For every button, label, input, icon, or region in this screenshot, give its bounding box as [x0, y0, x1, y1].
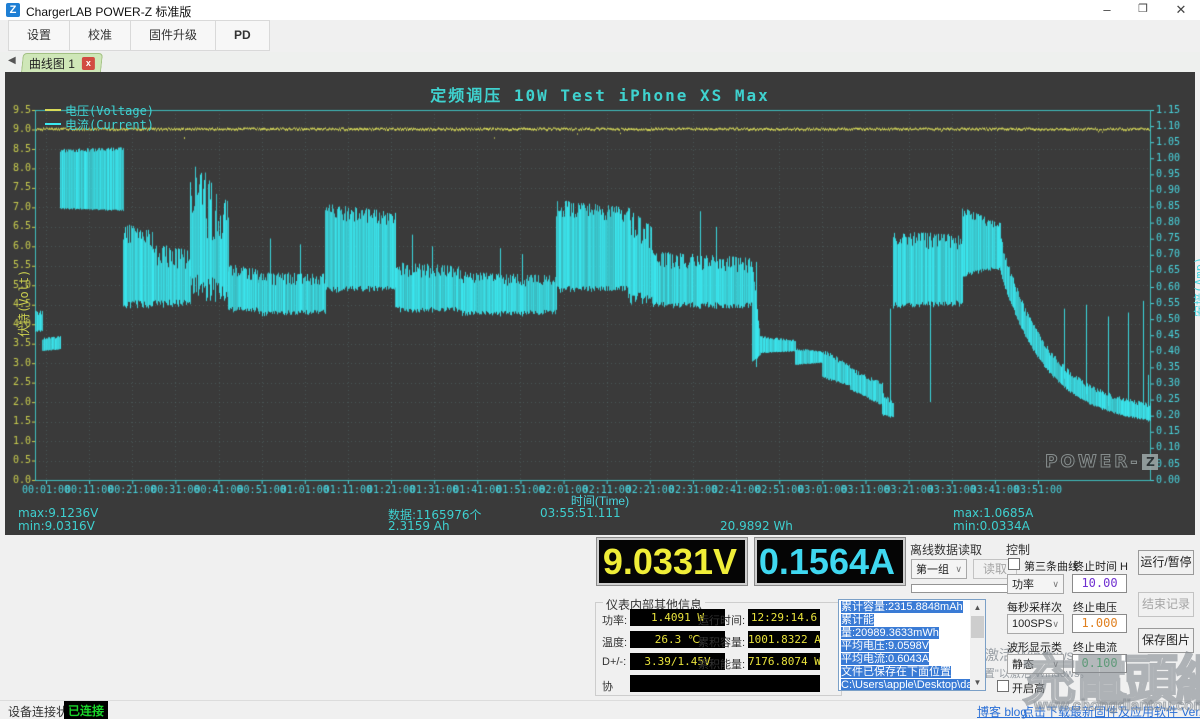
- title-bar: Z ChargerLAB POWER-Z 标准版 – ❐ ✕: [0, 0, 1200, 20]
- offline-group-value: 第一组: [916, 561, 949, 577]
- power-curve-select[interactable]: 功率 ∨: [1007, 574, 1064, 594]
- connection-label: 设备连接状: [8, 703, 68, 719]
- stop-current-label: 终止电流: [1073, 639, 1117, 655]
- protocol-value: [630, 675, 820, 692]
- tab-curve-chart[interactable]: 曲线图 1 x: [21, 53, 103, 72]
- stat-capacity: 2.3159 Ah: [388, 519, 450, 533]
- connection-status-badge: 已连接: [64, 701, 108, 719]
- log-lines: 累计容量:2315.8848mAh 累计能量:20989.3633mWh 平均电…: [841, 601, 969, 691]
- close-button[interactable]: ✕: [1166, 1, 1196, 19]
- offline-group-select[interactable]: 第一组 ∨: [911, 559, 967, 579]
- tab-close-icon[interactable]: x: [82, 57, 95, 70]
- chart-panel: 定频调压 10W Test iPhone XS Max 电压(Voltage) …: [5, 72, 1195, 535]
- current-legend-label: 电流(Current): [65, 116, 154, 133]
- powerz-watermark-text: POWER-: [1045, 452, 1140, 472]
- chevron-down-icon: ∨: [1052, 619, 1059, 630]
- powerz-z-logo-icon: Z: [1142, 454, 1158, 470]
- stat-current-min: min:0.0334A: [953, 519, 1030, 533]
- stop-time-label: 终止时间 H: [1073, 558, 1128, 574]
- tab-strip: ◀ 曲线图 1 x: [0, 52, 1200, 72]
- acc-capacity-label: 累积容量:: [698, 634, 745, 650]
- stat-energy: 20.9892 Wh: [720, 519, 793, 533]
- chevron-down-icon: ∨: [1052, 659, 1059, 670]
- voltage-display: 9.0331V: [597, 538, 747, 585]
- download-link[interactable]: 点击下载最新固件及应用软件 Ver. 5.0.7: [1022, 703, 1200, 719]
- blog-link[interactable]: 博客 blog: [977, 703, 1027, 719]
- voltage-legend-mark: [45, 109, 61, 111]
- third-curve-checkbox[interactable]: [1008, 558, 1020, 570]
- stop-record-button[interactable]: 结束记录: [1138, 592, 1194, 617]
- stop-time-input[interactable]: 10.00: [1072, 574, 1127, 593]
- scroll-up-icon[interactable]: ▲: [970, 600, 985, 615]
- sps-select[interactable]: 100SPS ∨: [1007, 614, 1064, 634]
- run-pause-button[interactable]: 运行/暂停: [1138, 550, 1194, 575]
- current-display: 0.1564A: [755, 538, 905, 585]
- toolbar-calibration-button[interactable]: 校准: [70, 21, 131, 50]
- chart-legend: 电压(Voltage) 电流(Current): [45, 103, 154, 131]
- stop-voltage-label: 终止电压: [1073, 599, 1117, 615]
- sps-label: 每秒采样次: [1007, 599, 1062, 615]
- control-title: 控制: [1006, 541, 1030, 558]
- acc-capacity-value: 1001.8322 Ah: [748, 631, 820, 648]
- read-progress-bar: [911, 584, 1017, 593]
- toolbar-pd-button[interactable]: PD: [216, 21, 269, 50]
- scroll-thumb[interactable]: [971, 616, 984, 638]
- dplus-label: D+/-:: [602, 656, 626, 668]
- chart-title: 定频调压 10W Test iPhone XS Max: [5, 82, 1195, 106]
- enable-checkbox[interactable]: [997, 680, 1009, 692]
- stat-voltage-min: min:9.0316V: [18, 519, 95, 533]
- log-scrollbar[interactable]: ▲ ▼: [970, 600, 985, 690]
- toolbar-firmware-button[interactable]: 固件升级: [131, 21, 216, 50]
- wave-display-select[interactable]: 静态 ∨: [1007, 654, 1064, 674]
- chevron-down-icon: ∨: [955, 564, 962, 575]
- app-window: Z ChargerLAB POWER-Z 标准版 – ❐ ✕ 设置 校准 固件升…: [0, 0, 1200, 719]
- powerz-watermark: POWER- Z: [1045, 452, 1158, 472]
- app-logo-icon: Z: [6, 3, 20, 17]
- current-legend-mark: [45, 123, 61, 125]
- acc-energy-value: 7176.8074 Wh: [748, 653, 820, 670]
- y-axis-left-label: 伏特(Volt): [15, 270, 32, 337]
- save-image-button[interactable]: 保存图片: [1138, 628, 1194, 653]
- runtime-value: 12:29:14.6: [748, 609, 820, 626]
- stop-current-input[interactable]: 0.100: [1072, 654, 1127, 673]
- stat-current-max: max:1.0685A: [953, 506, 1033, 520]
- wave-display-label: 波形显示类: [1007, 639, 1062, 655]
- toolbar-settings-button[interactable]: 设置: [9, 21, 70, 50]
- y-axis-right-label: 安培(Amp): [1191, 257, 1200, 317]
- power-label: 功率:: [602, 612, 627, 628]
- tab-back-arrow-icon[interactable]: ◀: [8, 55, 16, 66]
- toolbar: 设置 校准 固件升级 PD: [8, 20, 270, 51]
- enable-label: 开启高: [1012, 680, 1045, 696]
- protocol-label: 协: [602, 678, 613, 694]
- window-title: ChargerLAB POWER-Z 标准版: [26, 3, 191, 20]
- acc-energy-label: 累积能量:: [698, 656, 745, 672]
- runtime-label: 运行时间:: [698, 612, 745, 628]
- stat-voltage-max: max:9.1236V: [18, 506, 98, 520]
- log-textarea[interactable]: 累计容量:2315.8848mAh 累计能量:20989.3633mWh 平均电…: [838, 599, 986, 691]
- stop-voltage-input[interactable]: 1.000: [1072, 614, 1127, 633]
- maximize-button[interactable]: ❐: [1128, 1, 1158, 19]
- stat-duration: 03:55:51.111: [540, 506, 621, 520]
- chevron-down-icon: ∨: [1052, 579, 1059, 590]
- temperature-label: 温度:: [602, 634, 627, 650]
- minimize-button[interactable]: –: [1092, 1, 1122, 19]
- waveform-canvas: [5, 72, 1195, 535]
- tab-label: 曲线图 1: [29, 55, 75, 72]
- scroll-down-icon[interactable]: ▼: [970, 675, 985, 690]
- third-curve-label: 第三条曲线: [1024, 558, 1079, 574]
- offline-read-title: 离线数据读取: [910, 541, 982, 558]
